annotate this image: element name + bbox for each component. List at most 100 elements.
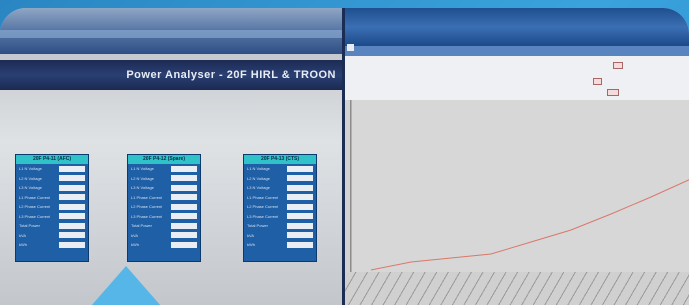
row-label: kVA: [19, 232, 27, 238]
panel-row: L1 N Voltage: [16, 164, 88, 174]
row-value: [287, 241, 313, 248]
row-value: [59, 203, 85, 210]
panel-row: L3 Phase Current: [128, 212, 200, 222]
panel-row: L3 Phase Current: [244, 212, 316, 222]
panel-row: L3 Phase Current: [16, 212, 88, 222]
row-label: Total Power: [247, 223, 268, 229]
panel-row: L2 N Voltage: [128, 174, 200, 184]
trend-line: [370, 179, 689, 271]
row-label: L2 Phase Current: [19, 204, 51, 210]
panel-row: L2 N Voltage: [16, 174, 88, 184]
row-label: kWh: [19, 242, 27, 248]
row-value: [171, 232, 197, 239]
row-label: L3 Phase Current: [19, 213, 51, 219]
meter-panel-spare[interactable]: 20F P4-12 (Spare) L1 N Voltage L2 N Volt…: [127, 154, 201, 262]
power-analyser-screen: Power Analyser - 20F HIRL & TROON 20F P4…: [0, 8, 346, 305]
trend-toolbar: [345, 46, 689, 56]
row-value: [287, 222, 313, 229]
row-label: kWh: [131, 242, 139, 248]
row-label: L2 N Voltage: [19, 175, 42, 181]
panel-header: 20F P4-12 (Spare): [128, 155, 200, 164]
decorative-triangle: [84, 266, 168, 305]
row-value: [59, 213, 85, 220]
panel-row: L2 N Voltage: [244, 174, 316, 184]
trend-chart-screen: [342, 8, 689, 305]
row-value: [171, 203, 197, 210]
trend-plot-area[interactable]: [350, 100, 689, 272]
panel-row: kVA: [244, 231, 316, 241]
row-label: L3 N Voltage: [19, 185, 42, 191]
row-label: L3 Phase Current: [247, 213, 279, 219]
panel-row: Total Power: [128, 221, 200, 231]
meter-panel-cts[interactable]: 20F P4-13 (CTS) L1 N Voltage L2 N Voltag…: [243, 154, 317, 262]
row-value: [59, 222, 85, 229]
panel-header: 20F P4-13 (CTS): [244, 155, 316, 164]
monitor-frame: Power Analyser - 20F HIRL & TROON 20F P4…: [0, 8, 689, 305]
trend-control-chip[interactable]: [607, 89, 619, 96]
row-value: [287, 184, 313, 191]
row-label: L2 N Voltage: [247, 175, 270, 181]
row-label: kVA: [131, 232, 139, 238]
panel-row: Total Power: [16, 221, 88, 231]
row-label: kVA: [247, 232, 255, 238]
row-label: L3 Phase Current: [131, 213, 163, 219]
top-banner: [0, 8, 346, 54]
panel-header: 20F P4-11 (AFC): [16, 155, 88, 164]
row-label: L2 Phase Current: [131, 204, 163, 210]
row-label: L3 N Voltage: [247, 185, 270, 191]
row-label: L2 Phase Current: [247, 204, 279, 210]
row-value: [287, 203, 313, 210]
panel-row: L2 Phase Current: [128, 202, 200, 212]
trend-controls-area: [345, 56, 689, 100]
panel-row: L2 Phase Current: [16, 202, 88, 212]
row-label: L1 Phase Current: [247, 194, 279, 200]
row-value: [171, 241, 197, 248]
row-value: [59, 175, 85, 182]
row-value: [171, 175, 197, 182]
row-value: [59, 165, 85, 172]
row-label: L1 Phase Current: [19, 194, 51, 200]
panel-row: L1 N Voltage: [244, 164, 316, 174]
panel-row: kVA: [128, 231, 200, 241]
trend-tab[interactable]: [347, 44, 355, 51]
meter-panel-afc[interactable]: 20F P4-11 (AFC) L1 N Voltage L2 N Voltag…: [15, 154, 89, 262]
row-label: Total Power: [131, 223, 152, 229]
row-value: [287, 175, 313, 182]
row-value: [59, 232, 85, 239]
row-label: L1 Phase Current: [131, 194, 163, 200]
trend-top-banner: [345, 8, 689, 46]
row-value: [287, 194, 313, 201]
page-title: Power Analyser - 20F HIRL & TROON: [126, 69, 336, 81]
row-value: [287, 213, 313, 220]
panel-row: L1 Phase Current: [244, 193, 316, 203]
trend-line-chart: [350, 100, 689, 272]
panel-row: L3 N Voltage: [128, 183, 200, 193]
row-label: Total Power: [19, 223, 40, 229]
panel-row: kWh: [128, 240, 200, 250]
panel-row: L3 N Voltage: [244, 183, 316, 193]
trend-control-chip[interactable]: [593, 78, 603, 85]
row-label: L1 N Voltage: [131, 166, 154, 172]
panel-row: Total Power: [244, 221, 316, 231]
row-value: [59, 184, 85, 191]
panel-row: L2 Phase Current: [244, 202, 316, 212]
row-label: L1 N Voltage: [247, 166, 270, 172]
panel-row: kVA: [16, 231, 88, 241]
row-label: L3 N Voltage: [131, 185, 154, 191]
panel-row: L1 N Voltage: [128, 164, 200, 174]
row-label: L1 N Voltage: [19, 166, 42, 172]
row-value: [171, 184, 197, 191]
panel-row: L1 Phase Current: [16, 193, 88, 203]
row-value: [171, 222, 197, 229]
panel-row: kWh: [244, 240, 316, 250]
row-value: [171, 165, 197, 172]
row-value: [287, 232, 313, 239]
row-value: [59, 241, 85, 248]
row-value: [171, 213, 197, 220]
panel-row: L3 N Voltage: [16, 183, 88, 193]
row-label: kWh: [247, 242, 255, 248]
trend-control-chip[interactable]: [613, 62, 624, 69]
row-value: [287, 165, 313, 172]
panel-row: kWh: [16, 240, 88, 250]
panel-row: L1 Phase Current: [128, 193, 200, 203]
